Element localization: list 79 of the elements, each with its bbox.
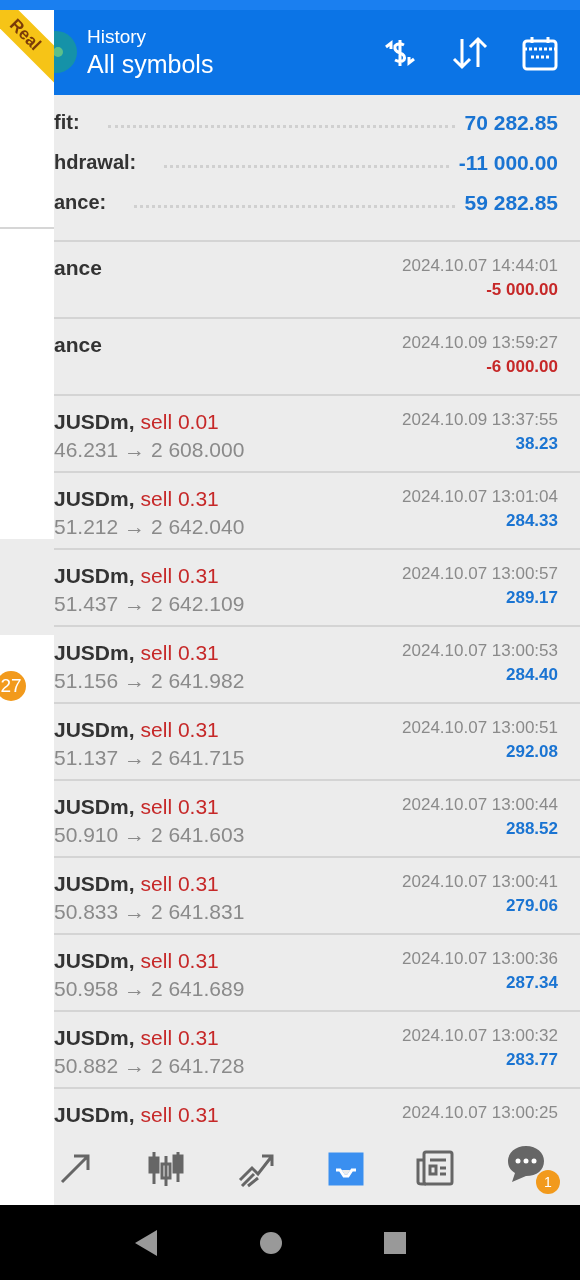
- summary-value: -11 000.00: [458, 150, 558, 175]
- trade-side: sell 0.31: [140, 872, 219, 896]
- trade-side: sell 0.31: [140, 1026, 219, 1050]
- deal-time: 2024.10.07 13:00:51: [402, 718, 558, 738]
- deal-amount: -6 000.00: [486, 357, 558, 377]
- symbol-name: JUSDm,: [54, 718, 135, 742]
- logo-icon: [54, 30, 78, 74]
- deal-time: 2024.10.07 13:00:25: [402, 1103, 558, 1123]
- trade-side: sell 0.31: [140, 1103, 219, 1127]
- symbol-name: JUSDm,: [54, 795, 135, 819]
- back-icon[interactable]: [133, 1227, 159, 1258]
- operation-name: ance: [54, 256, 102, 280]
- screen-title: All symbols: [87, 50, 215, 79]
- deal-time: 2024.10.07 13:00:36: [402, 949, 558, 969]
- history-row[interactable]: ance 2024.10.09 13:59:27 -6 000.00: [54, 319, 580, 396]
- history-row[interactable]: JUSDm, sell 0.31 50.910 → 2 641.603 2024.10.07 13:00:44 288.52: [54, 781, 580, 858]
- recents-icon[interactable]: [383, 1230, 407, 1255]
- deal-amount: 283.77: [506, 1050, 558, 1070]
- trade-side: sell 0.31: [140, 795, 219, 819]
- symbol-name: JUSDm,: [54, 641, 135, 665]
- deal-time: 2024.10.07 14:44:01: [402, 256, 558, 276]
- symbol-name: JUSDm,: [54, 1103, 135, 1127]
- symbol-name: JUSDm,: [54, 487, 135, 511]
- history-row[interactable]: JUSDm, sell 0.31 50.958 → 2 641.689 2024.10.07 13:00:36 287.34: [54, 935, 580, 1012]
- operation-name: ance: [54, 333, 102, 357]
- summary-value: 70 282.85: [464, 110, 558, 135]
- summary-label: fit:: [54, 111, 80, 134]
- deal-amount: 289.17: [506, 588, 558, 608]
- count-badge: 27: [0, 671, 26, 701]
- deal-time: 2024.10.09 13:37:55: [402, 410, 558, 430]
- deal-amount: 284.40: [506, 665, 558, 685]
- deal-amount: 38.23: [515, 434, 558, 454]
- price-range: 51.212 → 2 642.040: [54, 515, 245, 539]
- trade-side: sell 0.31: [140, 641, 219, 665]
- price-range: 51.437 → 2 642.109: [54, 592, 245, 616]
- deal-amount: 292.08: [506, 742, 558, 762]
- symbol-name: JUSDm,: [54, 872, 135, 896]
- deal-time: 2024.10.07 13:00:44: [402, 795, 558, 815]
- deal-amount: 287.34: [506, 973, 558, 993]
- trade-side: sell 0.01: [140, 410, 219, 434]
- price-range: 50.910 → 2 641.603: [54, 823, 245, 847]
- price-range: 51.137 → 2 641.715: [54, 746, 245, 770]
- summary-label: ance:: [54, 191, 107, 214]
- symbol-name: JUSDm,: [54, 564, 135, 588]
- symbol-name: JUSDm,: [54, 410, 135, 434]
- deal-amount: 284.33: [506, 511, 558, 531]
- price-range: 51.156 → 2 641.982: [54, 669, 245, 693]
- history-row[interactable]: ance 2024.10.07 14:44:01 -5 000.00: [54, 242, 580, 319]
- deal-time: 2024.10.07 13:00:57: [402, 564, 558, 584]
- price-range: 46.231 → 2 608.000: [54, 438, 245, 462]
- history-row[interactable]: JUSDm, sell 0.31 50.882 → 2 641.728 2024.10.07 13:00:32 283.77: [54, 1012, 580, 1089]
- trade-side: sell 0.31: [140, 949, 219, 973]
- history-row[interactable]: JUSDm, sell 0.31 51.137 → 2 641.715 2024.10.07 13:00:51 292.08: [54, 704, 580, 781]
- screen-subtitle: History: [87, 26, 148, 48]
- deal-time: 2024.10.07 13:01:04: [402, 487, 558, 507]
- history-row[interactable]: JUSDm, sell 0.31 51.437 → 2 642.109 2024.10.07 13:00:57 289.17: [54, 550, 580, 627]
- history-row[interactable]: JUSDm, sell 0.31 51.156 → 2 641.982 2024.10.07 13:00:53 284.40: [54, 627, 580, 704]
- deal-amount: 279.06: [506, 896, 558, 916]
- deal-time: 2024.10.07 13:00:32: [402, 1026, 558, 1046]
- notification-badge: 1: [536, 1169, 560, 1194]
- deal-time: 2024.10.09 13:59:27: [402, 333, 558, 353]
- symbol-name: JUSDm,: [54, 1026, 135, 1050]
- trade-side: sell 0.31: [140, 487, 219, 511]
- price-range: 50.882 → 2 641.728: [54, 1054, 245, 1078]
- summary-value: 59 282.85: [464, 190, 558, 215]
- trade-side: sell 0.31: [140, 718, 219, 742]
- history-row[interactable]: JUSDm, sell 0.01 46.231 → 2 608.000 2024.10.09 13:37:55 38.23: [54, 396, 580, 473]
- deal-amount: 288.52: [506, 819, 558, 839]
- deal-time: 2024.10.07 13:00:53: [402, 641, 558, 661]
- price-range: 50.958 → 2 641.689: [54, 977, 245, 1001]
- home-icon[interactable]: [259, 1230, 283, 1255]
- deal-time: 2024.10.07 13:00:41: [402, 872, 558, 892]
- symbol-name: JUSDm,: [54, 949, 135, 973]
- trade-side: sell 0.31: [140, 564, 219, 588]
- summary-label: hdrawal:: [54, 151, 137, 174]
- history-row[interactable]: JUSDm, sell 0.31 50.833 → 2 641.831 2024.10.07 13:00:41 279.06: [54, 858, 580, 935]
- price-range: 50.833 → 2 641.831: [54, 900, 245, 924]
- deal-amount: -5 000.00: [486, 280, 558, 300]
- history-row[interactable]: JUSDm, sell 0.31 51.212 → 2 642.040 2024.10.07 13:01:04 284.33: [54, 473, 580, 550]
